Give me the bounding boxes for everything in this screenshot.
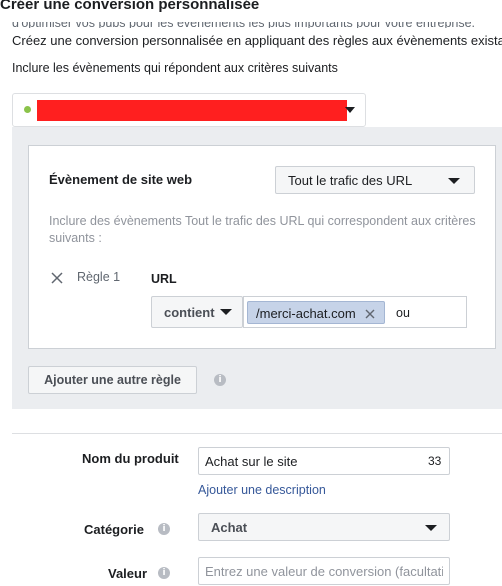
- page-title: Créer une conversion personnalisée: [0, 0, 260, 13]
- criteria-label: Inclure les évènements qui répondent aux…: [12, 61, 338, 75]
- info-icon[interactable]: i: [214, 374, 226, 386]
- url-label: URL: [151, 272, 177, 286]
- chevron-down-icon: [220, 309, 232, 315]
- event-type-select[interactable]: Tout le trafic des URL: [275, 166, 475, 194]
- status-dot-icon: [24, 106, 31, 113]
- url-token: /merci-achat.com: [247, 301, 385, 324]
- chevron-down-icon: [345, 107, 355, 113]
- chevron-down-icon: [425, 525, 437, 531]
- event-label: Évènement de site web: [49, 172, 193, 187]
- or-separator: ou: [396, 306, 410, 320]
- product-name-input[interactable]: [198, 447, 450, 475]
- operator-select[interactable]: contient: [151, 296, 243, 328]
- rule-card: Évènement de site web Tout le trafic des…: [28, 145, 496, 349]
- page-subtitle: Créez une conversion personnalisée en ap…: [12, 33, 502, 48]
- chevron-down-icon: [448, 178, 460, 184]
- category-label: Catégorie: [84, 522, 144, 537]
- operator-value: contient: [164, 305, 215, 320]
- redacted-source-name: [37, 100, 347, 121]
- info-icon[interactable]: i: [158, 523, 170, 535]
- cut-off-description: d'optimiser vos pubs pour les évènements…: [12, 22, 475, 28]
- char-counter: 33: [428, 454, 442, 468]
- remove-rule-icon[interactable]: [49, 270, 65, 286]
- rule-number-label: Règle 1: [77, 270, 121, 284]
- add-rule-button[interactable]: Ajouter une autre règle: [28, 366, 197, 394]
- info-icon[interactable]: i: [158, 567, 170, 579]
- rule-hint: Inclure des évènements Tout le trafic de…: [49, 214, 476, 245]
- event-type-value: Tout le trafic des URL: [288, 173, 413, 188]
- conversion-value-input[interactable]: [198, 557, 450, 585]
- url-token-text: /merci-achat.com: [256, 306, 356, 321]
- value-label: Valeur: [108, 566, 148, 581]
- category-value: Achat: [211, 520, 248, 535]
- data-source-select[interactable]: [12, 93, 366, 127]
- remove-token-icon[interactable]: [364, 307, 376, 319]
- add-description-link[interactable]: Ajouter une description: [198, 483, 326, 497]
- product-name-label: Nom du produit: [82, 451, 179, 466]
- category-select[interactable]: Achat: [198, 513, 450, 541]
- url-token-input[interactable]: /merci-achat.com ou: [243, 296, 467, 328]
- divider: [12, 433, 502, 434]
